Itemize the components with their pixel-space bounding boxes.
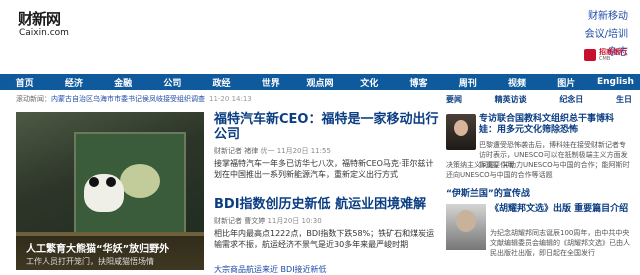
right-tabs: 要闻 精英访谈 纪念日 生日 — [446, 94, 632, 106]
photo-headline[interactable]: 人工繁育大熊猫“华妖”放归野外 — [26, 240, 169, 255]
ticker-time: 11-20 14:13 — [209, 95, 252, 103]
main-stories: 福特汽车新CEO：福特是一家移动出行公司 财新记者 褚律 优一 11月20日 1… — [214, 112, 440, 275]
site-header: 财新网 Caixin.com 财新移动 会议/培训 杂志 招商银行 CMB — [0, 0, 640, 74]
bank-sub: CMB — [599, 56, 611, 62]
story1-author: 财新记者 褚律 — [214, 147, 259, 155]
tab-birthday[interactable]: 生日 — [616, 94, 632, 106]
portrait-photo[interactable] — [446, 204, 486, 250]
story2-meta: 财新记者 曹文婷 11月20日 10:30 — [214, 216, 440, 226]
story2-source: 11月20日 10:30 — [267, 217, 322, 225]
right-story1-body2: 决策纳主义问题，并助力UNESCO与中国的合作；能阿斯时还向UNESCO与中国的… — [446, 161, 630, 179]
tab-interviews[interactable]: 精英访谈 — [495, 94, 527, 106]
main-nav: 首页 经济 金融 公司 政经 世界 观点网 文化 博客 周刊 视频 图片 Eng… — [0, 74, 640, 90]
ticker-label: 滚动新闻： — [16, 95, 51, 103]
mobile-link[interactable]: 财新移动 — [585, 8, 628, 26]
meeting-link[interactable]: 会议/培训 — [585, 26, 628, 44]
story1-meta: 财新记者 褚律 优一 11月20日 11:55 — [214, 146, 440, 156]
nav-item-world[interactable]: 世界 — [246, 76, 295, 89]
nav-item-photos[interactable]: 图片 — [542, 76, 591, 89]
featured-photo[interactable]: 人工繁育大熊猫“华妖”放归野外 工作人员打开笼门，扶阳咸猫悟场情 — [16, 112, 204, 270]
nav-item-economy[interactable]: 经济 — [49, 76, 98, 89]
bank-ad[interactable]: 招商银行 CMB — [584, 47, 630, 65]
bank-logo-icon — [584, 49, 596, 61]
story2-headline[interactable]: BDI指数创历史新低 航运业困境难解 — [214, 197, 440, 212]
story2-author: 财新记者 曹文婷 — [214, 217, 266, 225]
right-story-1: 专访联合国教科文组织总干事博科娃：用多元文化筛除恐怖 巴黎遭受恐怖袭击后，博科娃… — [446, 114, 632, 182]
tab-anniversary[interactable]: 纪念日 — [559, 94, 583, 106]
nav-item-opinion[interactable]: 观点网 — [295, 76, 344, 89]
nav-item-english[interactable]: English — [591, 77, 640, 87]
related-links[interactable]: 大宗商品航运来近 BDI接近新低 — [214, 264, 440, 275]
nav-item-blog[interactable]: 博客 — [394, 76, 443, 89]
nav-item-culture[interactable]: 文化 — [345, 76, 394, 89]
right-story-2: 《胡耀邦文选》出版 重要篇目介绍 为纪念胡耀邦同志诞辰100周年，由中共中央文献… — [446, 204, 632, 264]
ticker-headline[interactable]: 内蒙古自治区乌海市市委书记侯凤岐接受组织调查 — [51, 95, 205, 103]
right-story2-title[interactable]: 《胡耀邦文选》出版 重要篇目介绍 — [490, 204, 632, 215]
right-story1-title[interactable]: 专访联合国教科文组织总干事博科娃：用多元文化筛除恐怖 — [479, 114, 631, 136]
crate-panel — [120, 164, 160, 198]
logo-text-cn: 财新网 — [18, 10, 61, 28]
right-column: 要闻 精英访谈 纪念日 生日 专访联合国教科文组织总干事博科娃：用多元文化筛除恐… — [446, 94, 632, 264]
logo-text-en: Caixin.com — [19, 28, 69, 38]
panda-figure — [84, 174, 124, 212]
nav-item-companies[interactable]: 公司 — [148, 76, 197, 89]
photo-sub: 工作人员打开笼门，扶阳咸猫悟场情 — [26, 257, 154, 266]
nav-item-video[interactable]: 视频 — [492, 76, 541, 89]
site-logo[interactable]: 财新网 Caixin.com — [16, 6, 70, 60]
story1-source: 优一 11月20日 11:55 — [260, 147, 331, 155]
nav-item-finance[interactable]: 金融 — [98, 76, 147, 89]
nav-item-weekly[interactable]: 周刊 — [443, 76, 492, 89]
story1-headline[interactable]: 福特汽车新CEO：福特是一家移动出行公司 — [214, 112, 440, 142]
story1-body: 接掌福特汽车一年多已访华七八次，福特新CEO马克·菲尔兹计划在中国推出一系列新能… — [214, 159, 434, 179]
interview-photo[interactable] — [446, 114, 476, 150]
story2-body: 相比年内最高点1222点，BDI指数下跌58%；铁矿石和煤炭运输需求不振，航运经… — [214, 229, 435, 249]
nav-item-home[interactable]: 首页 — [0, 76, 49, 89]
isis-link[interactable]: “伊斯兰国”的宣传战 — [446, 186, 632, 199]
photo-caption: 人工繁育大熊猫“华妖”放归野外 工作人员打开笼门，扶阳咸猫悟场情 — [16, 236, 204, 270]
news-ticker: 滚动新闻：内蒙古自治区乌海市市委书记侯凤岐接受组织调查 11-20 14:13 — [16, 94, 456, 106]
nav-item-politics[interactable]: 政经 — [197, 76, 246, 89]
right-story2-body: 为纪念胡耀邦同志诞辰100周年，由中共中央文献编辑委员会编辑的《胡耀邦文选》已由… — [490, 229, 630, 257]
tab-headlines[interactable]: 要闻 — [446, 94, 462, 106]
